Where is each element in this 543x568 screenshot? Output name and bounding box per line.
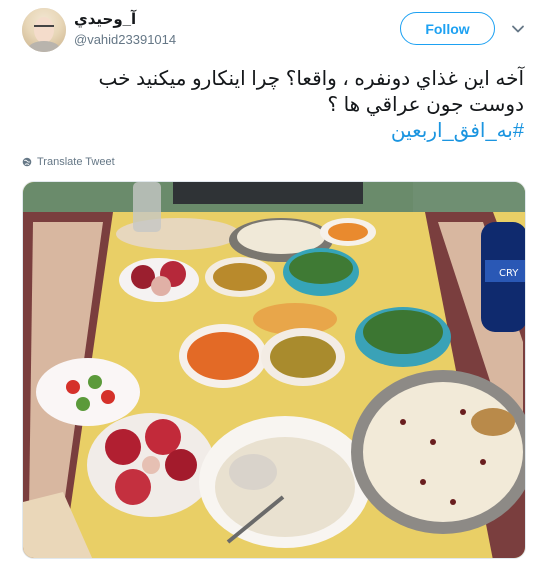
author-handle[interactable]: @vahid23391014 <box>74 32 176 47</box>
follow-button[interactable]: Follow <box>400 12 495 45</box>
tweet-text-line: آخه اين غذاي دونفره ، واقعا؟ چرا اينكارو… <box>98 68 524 90</box>
chevron-down-icon[interactable] <box>511 22 525 36</box>
author-display-name[interactable]: آ_وحيدي <box>74 10 136 28</box>
tweet-card: آ_وحيدي @vahid23391014 Follow آخه اين غذ… <box>0 0 543 568</box>
food-photo-image: CRY <box>23 182 525 558</box>
avatar[interactable] <box>22 8 66 52</box>
tweet-text: آخه اين غذاي دونفره ، واقعا؟ چرا اينكارو… <box>22 66 524 144</box>
svg-text:CRY: CRY <box>499 268 519 279</box>
translate-label: Translate Tweet <box>37 156 115 168</box>
translate-tweet-link[interactable]: Translate Tweet <box>22 156 115 168</box>
globe-icon <box>22 157 32 167</box>
tweet-photo[interactable]: CRY <box>22 181 526 559</box>
hashtag-link[interactable]: #به_افق_اربعين <box>22 118 524 144</box>
tweet-text-line: دوست جون عراقي ها ؟ <box>327 94 524 116</box>
